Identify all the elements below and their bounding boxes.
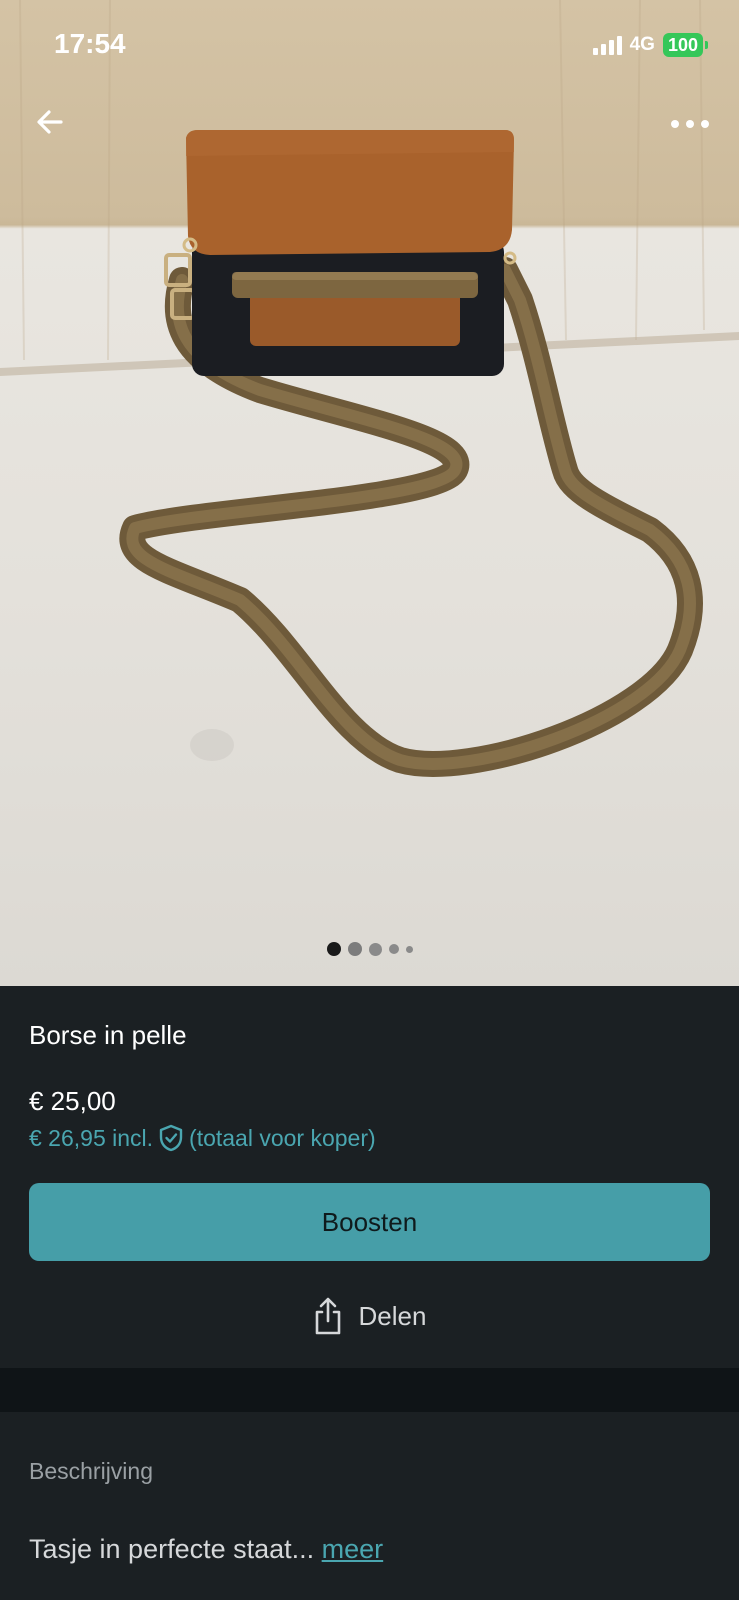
product-photo[interactable]: 17:54 4G 100 [0, 0, 739, 986]
share-icon [315, 1297, 340, 1335]
description-text: Tasje in perfecte staat... [29, 1534, 322, 1564]
status-time: 17:54 [54, 28, 126, 59]
description-text-row: Tasje in perfecte staat... meer [29, 1534, 383, 1565]
more-options-button[interactable] [665, 102, 715, 146]
listing-info: Borse in pelle € 25,00 € 26,95 incl. (to… [0, 986, 739, 1368]
pager-dot[interactable] [405, 945, 413, 953]
more-horizontal-icon [671, 120, 709, 128]
signal-icon [592, 35, 622, 55]
network-label: 4G [629, 34, 655, 55]
status-bar: 17:54 4G 100 [0, 0, 739, 90]
pager-dot[interactable] [326, 942, 341, 956]
share-button[interactable]: Delen [0, 1286, 739, 1346]
pager-dot[interactable] [347, 942, 362, 956]
photo-pager [0, 942, 739, 956]
section-divider [0, 1368, 739, 1412]
price-incl-value: € 26,95 incl. [29, 1124, 154, 1151]
price-incl-suffix: (totaal voor koper) [189, 1124, 376, 1151]
price-incl-buyer-protection[interactable]: € 26,95 incl. (totaal voor koper) [29, 1124, 376, 1152]
status-indicators: 4G 100 [592, 33, 709, 57]
more-link[interactable]: meer [322, 1534, 384, 1564]
item-price: € 25,00 [29, 1086, 116, 1116]
shield-check-icon [159, 1124, 183, 1152]
back-button[interactable] [28, 100, 72, 144]
pager-dot[interactable] [368, 942, 382, 956]
boost-button[interactable]: Boosten [29, 1183, 710, 1261]
description-section: Beschrijving Tasje in perfecte staat... … [0, 1412, 739, 1600]
pager-dot[interactable] [388, 944, 399, 954]
battery-icon: 100 [662, 33, 709, 57]
bag-image [0, 0, 739, 777]
share-label: Delen [358, 1300, 427, 1331]
item-title: Borse in pelle [29, 1020, 187, 1050]
description-heading: Beschrijving [29, 1458, 153, 1484]
arrow-left-icon [37, 110, 63, 134]
